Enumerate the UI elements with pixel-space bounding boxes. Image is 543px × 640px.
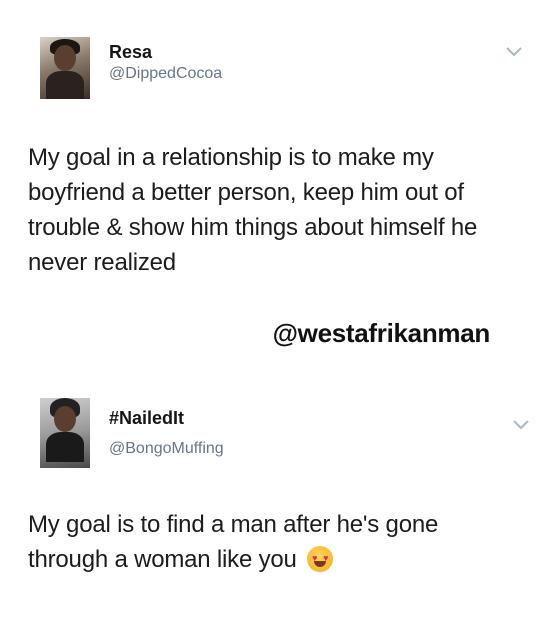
avatar-body [46,71,84,99]
chevron-down-icon[interactable] [505,45,523,59]
heart-eyes-emoji-icon: ♥ ♥ [307,546,334,572]
avatar[interactable] [40,37,90,99]
display-name[interactable]: #NailedIt [109,408,184,429]
user-handle[interactable]: @BongoMuffing [109,440,224,458]
smile-mouth [314,561,327,567]
avatar-body [46,432,84,462]
avatar-face [54,406,76,432]
user-handle[interactable]: @DippedCocoa [109,65,222,83]
tweet-text: My goal in a relationship is to make my … [28,144,478,276]
watermark-handle: @westafrikanman [272,318,491,348]
avatar[interactable] [40,398,90,468]
tweet-text: My goal is to find a man after he's gone… [28,507,523,577]
chevron-down-icon[interactable] [512,418,530,432]
tweet-text-body: My goal is to find a man after he's gone… [28,511,439,573]
avatar-face [54,45,76,71]
display-name[interactable]: Resa [109,42,152,63]
